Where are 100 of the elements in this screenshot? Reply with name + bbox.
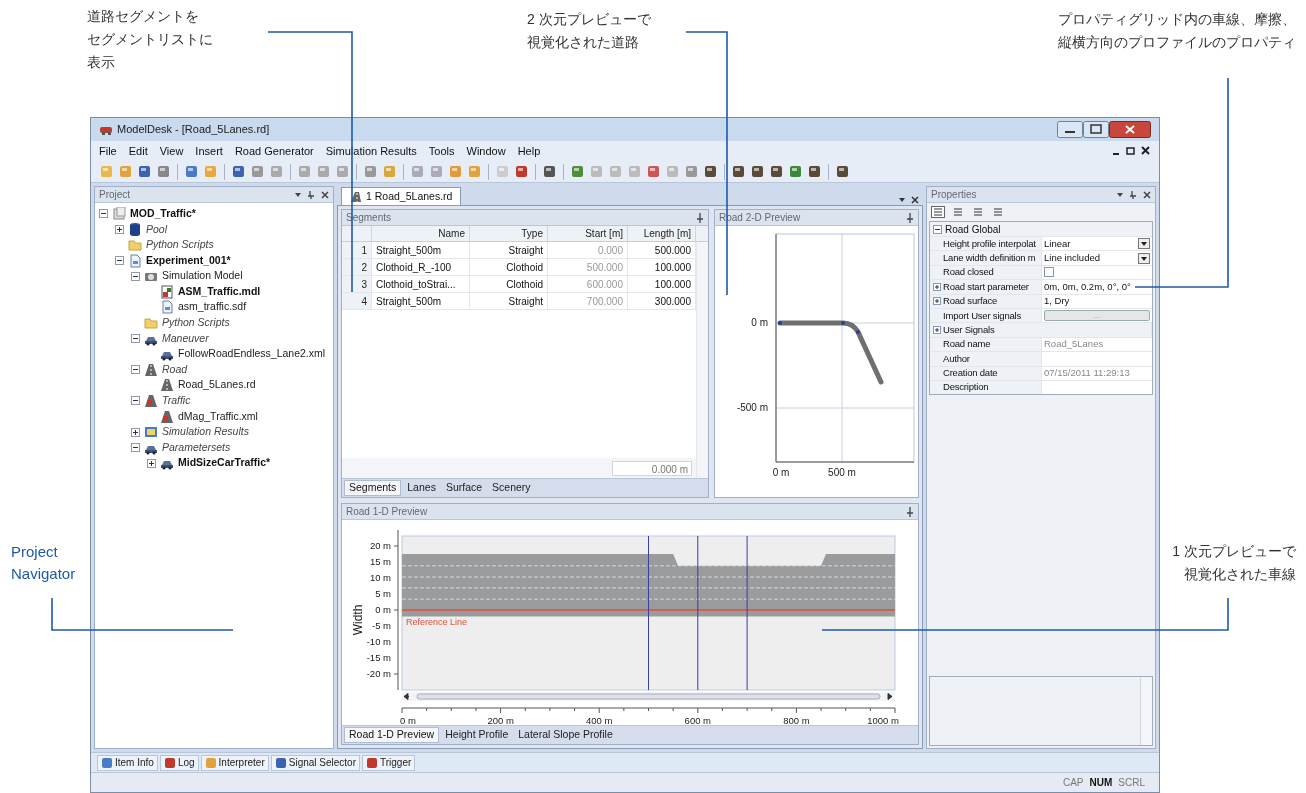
status-indicator: SCRL — [1118, 776, 1145, 790]
property-name: Height profile interpolat — [943, 237, 1036, 251]
tree-item[interactable]: MidSizeCarTraffic* — [178, 455, 271, 472]
column-header[interactable]: Length [m] — [628, 226, 696, 241]
panel-tab[interactable]: Lanes — [403, 480, 440, 496]
bottom-tab[interactable]: Trigger — [362, 754, 416, 771]
tree-item[interactable]: Simulation Results — [162, 424, 249, 440]
table-cell: Clothoid — [470, 259, 548, 275]
expand-icon[interactable] — [933, 282, 941, 291]
axis-label: 500 m — [828, 467, 856, 478]
collapse-icon[interactable] — [131, 271, 140, 281]
panel-tab[interactable]: Scenery — [488, 480, 535, 496]
property-dropdown[interactable]: Line included — [1044, 250, 1150, 266]
panel-controls-icon[interactable] — [293, 189, 329, 200]
menu-item[interactable]: File — [99, 142, 117, 160]
pin-icon[interactable] — [906, 212, 914, 223]
axis-label: 15 m — [369, 556, 391, 567]
document-window-controls-icon[interactable] — [1111, 146, 1151, 156]
bottom-tab[interactable]: Interpreter — [200, 754, 269, 771]
panel-tab[interactable]: Road 1-D Preview — [344, 727, 440, 743]
tree-item[interactable]: Python Scripts — [146, 237, 214, 253]
property-dropdown[interactable]: Linear — [1044, 236, 1150, 251]
column-header[interactable]: Start [m] — [548, 226, 628, 241]
vertical-scrollbar[interactable] — [1140, 677, 1152, 745]
collapse-icon[interactable] — [131, 396, 140, 406]
panel-tab[interactable]: Segments — [344, 480, 402, 496]
menu-item[interactable]: Edit — [128, 142, 148, 160]
axis-label: 0 m — [400, 715, 416, 726]
axis-label: 5 m — [375, 588, 391, 599]
menu-item[interactable]: Road Generator — [234, 142, 314, 160]
panel-tab[interactable]: Height Profile — [441, 727, 513, 743]
axis-label: 600 m — [684, 715, 711, 726]
panel-tab[interactable]: Surface — [441, 480, 487, 496]
axis-label: -10 m — [366, 636, 391, 647]
expand-icon[interactable] — [933, 297, 941, 306]
property-name: Road name — [943, 337, 991, 352]
collapse-icon[interactable] — [933, 224, 942, 234]
collapse-icon[interactable] — [115, 256, 124, 266]
tree-item[interactable]: ASM_Traffic.mdl — [178, 283, 261, 300]
tab-controls-icon[interactable] — [897, 195, 919, 205]
pin-icon[interactable] — [906, 506, 914, 517]
document-icon — [160, 300, 174, 315]
menu-item[interactable]: Help — [517, 142, 541, 160]
tree-item[interactable]: Pool — [146, 221, 167, 238]
vertical-scrollbar[interactable] — [696, 242, 708, 478]
table-cell: Straight_500m — [372, 293, 470, 309]
bottom-tab[interactable]: Item Info — [97, 754, 158, 771]
axis-label: -5 m — [372, 620, 391, 631]
axis-label: 1000 m — [867, 715, 899, 726]
tree-item[interactable]: FollowRoadEndless_Lane2.xml — [178, 346, 326, 362]
categorized-view-icon[interactable] — [931, 206, 945, 218]
collapse-icon[interactable] — [131, 443, 140, 453]
property-name: Creation date — [943, 366, 998, 380]
list-view-icon[interactable] — [951, 206, 965, 218]
tree-item[interactable]: Maneuver — [162, 330, 209, 347]
collapse-icon[interactable] — [131, 365, 140, 375]
panel-tab[interactable]: Lateral Slope Profile — [514, 727, 617, 743]
tree-item[interactable]: dMag_Traffic.xml — [178, 408, 258, 425]
document-tab[interactable]: 1 Road_5Lanes.rd — [341, 187, 462, 205]
tree-item[interactable]: Simulation Model — [162, 268, 243, 285]
tree-item[interactable]: Parametersets — [162, 439, 231, 456]
maximize-icon[interactable] — [1083, 121, 1109, 138]
tree-item[interactable]: asm_traffic.sdf — [178, 299, 247, 316]
panel-controls-icon[interactable] — [1115, 189, 1151, 200]
property-name: Road start parameter — [943, 280, 1029, 294]
callout-text: 2 次元プレビューで 視覚化された道路 — [527, 10, 651, 52]
minimize-icon[interactable] — [1057, 121, 1083, 138]
property-pages-icon[interactable] — [991, 206, 1005, 218]
collapse-icon[interactable] — [99, 209, 108, 219]
expand-icon[interactable] — [933, 326, 941, 335]
status-indicator: CAP — [1062, 776, 1084, 790]
menu-item[interactable]: View — [159, 142, 184, 160]
menu-item[interactable]: Window — [466, 142, 506, 160]
menu-item[interactable]: Insert — [195, 142, 223, 160]
expand-icon[interactable] — [131, 427, 140, 437]
total-length-field[interactable]: 0.000 m — [612, 460, 692, 476]
menu-item[interactable]: Tools — [428, 142, 455, 160]
checkbox[interactable] — [1044, 267, 1054, 278]
collapse-icon[interactable] — [131, 334, 140, 344]
pin-icon[interactable] — [696, 212, 704, 223]
axis-label: 20 m — [369, 540, 391, 551]
expand-icon[interactable] — [115, 224, 124, 234]
axis-label: 800 m — [783, 715, 810, 726]
tree-item[interactable]: Python Scripts — [162, 315, 230, 331]
road-icon — [350, 190, 362, 203]
column-header[interactable]: Name — [372, 226, 470, 241]
bottom-tab[interactable]: Log — [159, 754, 199, 771]
tree-item[interactable]: Road — [162, 361, 188, 378]
tree-item[interactable]: Traffic — [162, 393, 191, 409]
tree-item[interactable]: Road_5Lanes.rd — [178, 377, 256, 394]
axis-label: 400 m — [586, 715, 613, 726]
axis-label: 0 m — [375, 604, 391, 615]
tree-item[interactable]: MOD_Traffic* — [130, 205, 196, 222]
sorted-view-icon[interactable] — [971, 206, 985, 218]
column-header[interactable]: Type — [470, 226, 548, 241]
bottom-tab[interactable]: Signal Selector — [270, 754, 360, 771]
expand-icon[interactable] — [147, 458, 156, 468]
close-icon[interactable] — [1109, 121, 1151, 138]
tree-item[interactable]: Experiment_001* — [146, 252, 231, 269]
axis-label: -500 m — [736, 402, 768, 413]
